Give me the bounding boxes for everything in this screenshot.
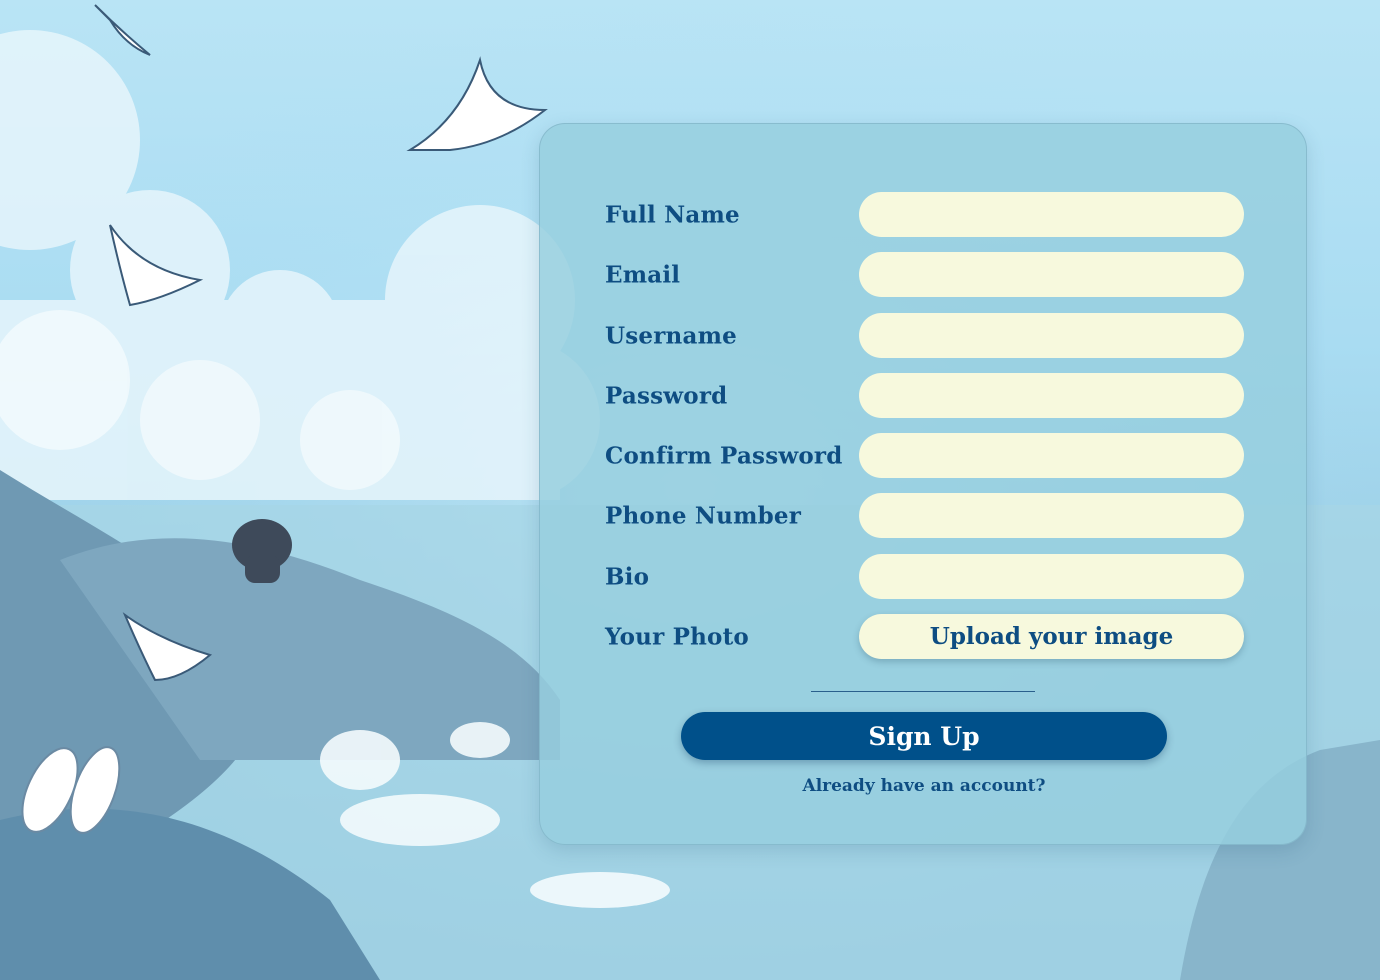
email-label: Email	[605, 261, 681, 288]
full-name-input[interactable]	[859, 192, 1244, 237]
divider	[811, 691, 1035, 692]
form-row-password: Password	[605, 373, 1245, 418]
username-input[interactable]	[859, 313, 1244, 358]
form-row-full-name: Full Name	[605, 192, 1245, 237]
bio-input[interactable]	[859, 554, 1244, 599]
form-row-username: Username	[605, 313, 1245, 358]
upload-image-button[interactable]: Upload your image	[859, 614, 1244, 659]
login-link[interactable]: Already have an account?	[540, 776, 1308, 796]
username-label: Username	[605, 322, 737, 349]
form-row-photo: Your Photo Upload your image	[605, 614, 1245, 659]
sign-up-button[interactable]: Sign Up	[681, 712, 1167, 760]
bio-label: Bio	[605, 563, 650, 590]
confirm-password-input[interactable]	[859, 433, 1244, 478]
signup-card: Full Name Email Username Password Confir…	[539, 123, 1307, 845]
form-row-email: Email	[605, 252, 1245, 297]
photo-label: Your Photo	[605, 623, 749, 650]
form-row-phone-number: Phone Number	[605, 493, 1245, 538]
form-row-confirm-password: Confirm Password	[605, 433, 1245, 478]
phone-number-input[interactable]	[859, 493, 1244, 538]
password-input[interactable]	[859, 373, 1244, 418]
form-row-bio: Bio	[605, 554, 1245, 599]
password-label: Password	[605, 382, 728, 409]
phone-number-label: Phone Number	[605, 502, 802, 529]
confirm-password-label: Confirm Password	[605, 442, 843, 469]
full-name-label: Full Name	[605, 201, 740, 228]
email-input[interactable]	[859, 252, 1244, 297]
